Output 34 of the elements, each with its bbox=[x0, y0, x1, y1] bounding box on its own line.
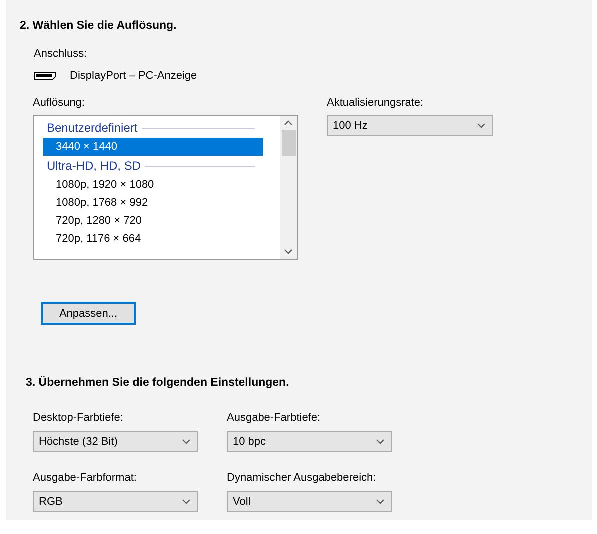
scrollbar-thumb[interactable] bbox=[282, 130, 296, 156]
refresh-label: Aktualisierungsrate: bbox=[327, 97, 425, 111]
dropdown[interactable]: Voll bbox=[227, 491, 392, 512]
dropdown[interactable]: 100 Hz bbox=[327, 115, 493, 136]
connection-name: DisplayPort – PC-Anzeige bbox=[70, 70, 198, 82]
group-header: Ultra-HD, HD, SD bbox=[47, 159, 142, 173]
resolution-item[interactable]: 720p, 1280 × 720 bbox=[43, 212, 263, 230]
resolution-item[interactable]: 720p, 1176 × 664 bbox=[43, 230, 263, 248]
scrollbar[interactable] bbox=[280, 116, 297, 259]
chevron-down-icon bbox=[376, 438, 385, 444]
chevron-down-icon bbox=[376, 498, 385, 504]
section-title: 3. Übernehmen Sie die folgenden Einstellungen. bbox=[26, 377, 290, 391]
chevron-down-icon bbox=[182, 438, 191, 444]
group-header: Benutzerdefiniert bbox=[47, 121, 138, 135]
resolution-item[interactable]: 3440 × 1440 bbox=[43, 138, 263, 156]
section-title: 2. Wählen Sie die Auflösung. bbox=[20, 20, 178, 34]
connection-label: Anschluss: bbox=[34, 48, 88, 62]
resolution-item[interactable]: 1080p, 1920 × 1080 bbox=[43, 176, 263, 194]
customize-button[interactable]: Anpassen... bbox=[41, 302, 136, 325]
setting-label: Desktop-Farbtiefe: bbox=[33, 412, 124, 426]
setting-label: Ausgabe-Farbformat: bbox=[33, 472, 138, 486]
resolution-item[interactable]: 1080p, 1768 × 992 bbox=[43, 194, 263, 212]
display-port-icon bbox=[34, 72, 56, 80]
dropdown[interactable]: Höchste (32 Bit) bbox=[33, 431, 198, 452]
resolution-label: Auflösung: bbox=[33, 97, 86, 111]
scroll-down-icon bbox=[284, 249, 293, 255]
resolution-list[interactable]: Benutzerdefiniert 3440 × 1440 Ultra-HD, HD, SD 1080p, 1920 × 1080 1080p, 1768 × 992 720p, 1280 × 720 720p, 1176 × 664 bbox=[33, 115, 298, 260]
chevron-down-icon bbox=[182, 498, 191, 504]
setting-label: Dynamischer Ausgabebereich: bbox=[227, 472, 378, 486]
scroll-up-icon bbox=[284, 120, 293, 126]
dropdown[interactable]: 10 bpc bbox=[227, 431, 392, 452]
chevron-down-icon bbox=[477, 122, 486, 128]
setting-label: Ausgabe-Farbtiefe: bbox=[227, 412, 322, 426]
dropdown[interactable]: RGB bbox=[33, 491, 198, 512]
